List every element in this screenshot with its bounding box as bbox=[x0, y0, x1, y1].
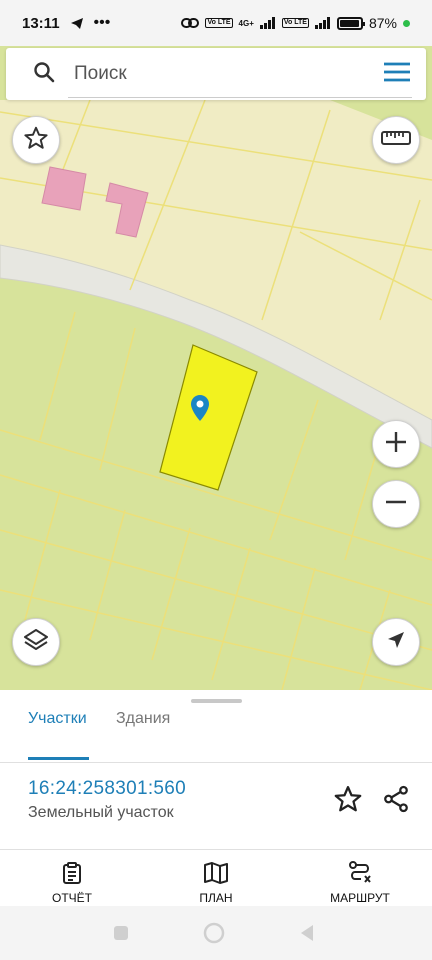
tab-buildings[interactable]: Здания bbox=[116, 710, 170, 728]
more-dots-icon: ••• bbox=[93, 14, 111, 31]
tab-bar: Участки Здания bbox=[0, 704, 432, 760]
ruler-icon bbox=[381, 129, 411, 152]
cadastral-number[interactable]: 16:24:258301:560 bbox=[28, 778, 186, 800]
volte-badge: Vo LTE bbox=[205, 18, 233, 28]
map-canvas bbox=[0, 99, 432, 690]
active-tab-indicator bbox=[28, 757, 89, 760]
status-bar: 13:11 ••• Vo LTE 4G+ Vo LTE 87% bbox=[0, 0, 432, 46]
sheet-handle[interactable] bbox=[191, 699, 242, 703]
search-bar[interactable]: Поиск bbox=[6, 48, 426, 100]
search-icon[interactable] bbox=[32, 60, 56, 89]
building-1 bbox=[41, 166, 87, 211]
menu-icon[interactable] bbox=[382, 61, 412, 88]
zoom-in-button[interactable] bbox=[372, 420, 420, 468]
bottom-navigation: ОТЧЁТ ПЛАН МАРШРУТ bbox=[0, 850, 432, 906]
tab-parcels[interactable]: Участки bbox=[28, 710, 87, 728]
layers-button[interactable] bbox=[12, 618, 60, 666]
share-icon[interactable] bbox=[381, 784, 411, 819]
volte-badge-2: Vo LTE bbox=[281, 18, 309, 28]
signal-icon bbox=[259, 17, 276, 29]
my-location-button[interactable] bbox=[372, 618, 420, 666]
navigation-arrow-icon bbox=[385, 629, 407, 656]
star-icon bbox=[23, 125, 49, 156]
telegram-icon bbox=[70, 17, 84, 30]
location-pin-icon[interactable] bbox=[190, 394, 210, 427]
parcel-type: Земельный участок bbox=[28, 804, 174, 821]
zoom-out-button[interactable] bbox=[372, 480, 420, 528]
map-plan-icon bbox=[203, 861, 229, 888]
system-nav-bar bbox=[0, 906, 432, 960]
battery-percent: 87% bbox=[368, 15, 397, 31]
nav-route-label: МАРШРУТ bbox=[330, 891, 390, 905]
route-icon bbox=[347, 861, 373, 888]
battery-icon bbox=[336, 16, 365, 30]
home-icon[interactable] bbox=[203, 922, 225, 949]
tabs-divider bbox=[0, 762, 432, 763]
link-icon bbox=[181, 17, 200, 29]
charging-dot bbox=[403, 19, 410, 27]
recent-apps-icon[interactable] bbox=[113, 925, 129, 946]
cadastral-map[interactable] bbox=[0, 46, 432, 690]
nav-plan-label: ПЛАН bbox=[199, 891, 233, 905]
layers-icon bbox=[22, 626, 50, 659]
nav-plan[interactable]: ПЛАН bbox=[161, 858, 271, 905]
status-time: 13:11 bbox=[22, 14, 60, 32]
nav-route[interactable]: МАРШРУТ bbox=[305, 858, 415, 905]
report-clipboard-icon bbox=[60, 861, 84, 888]
search-input[interactable]: Поиск bbox=[74, 63, 382, 85]
favorite-button[interactable] bbox=[12, 116, 60, 164]
search-underline bbox=[68, 97, 412, 98]
nav-report-label: ОТЧЁТ bbox=[51, 891, 92, 905]
signal-icon-2 bbox=[314, 17, 331, 29]
nav-report[interactable]: ОТЧЁТ bbox=[17, 858, 127, 905]
network-type: 4G+ bbox=[238, 18, 254, 28]
favorite-parcel-icon[interactable] bbox=[333, 784, 363, 819]
zoom-in-icon bbox=[383, 429, 409, 460]
back-icon[interactable] bbox=[299, 924, 315, 947]
ruler-button[interactable] bbox=[372, 116, 420, 164]
zoom-out-icon bbox=[383, 489, 409, 520]
